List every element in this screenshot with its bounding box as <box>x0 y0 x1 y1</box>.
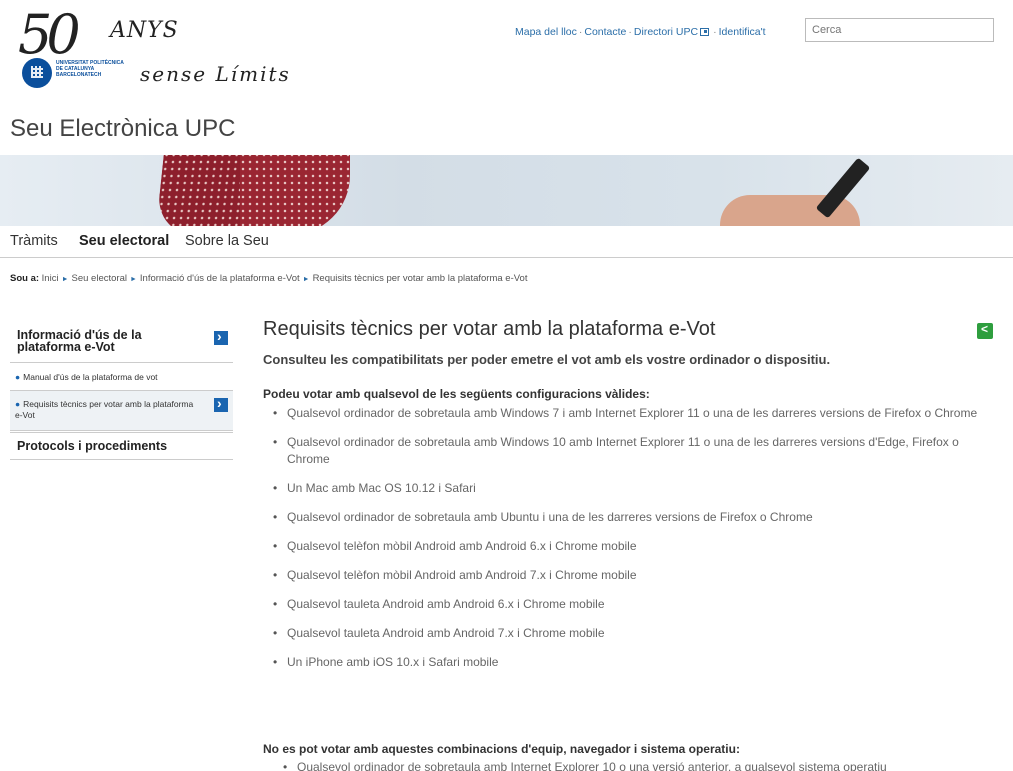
directory-link[interactable]: Directori UPC <box>634 26 698 38</box>
breadcrumb-item[interactable]: Inici <box>42 273 59 284</box>
sidebar-section-label: Protocols i procediments <box>17 439 168 453</box>
list-item: Qualsevol telèfon mòbil Android amb Andr… <box>273 567 1003 584</box>
separator: · <box>628 26 632 38</box>
search-input[interactable] <box>805 18 994 42</box>
share-icon[interactable] <box>977 322 993 339</box>
list-item: Qualsevol tauleta Android amb Android 6.… <box>273 596 1003 613</box>
nav-item-seu-electoral[interactable]: Seu electoral <box>79 233 169 249</box>
breadcrumb: Sou a: Inici ► Seu electoral ► Informació d'… <box>10 273 527 284</box>
login-link[interactable]: Identifica't <box>719 26 766 38</box>
invalid-configs-heading: No es pot votar amb aquestes combinacion… <box>263 742 740 756</box>
breadcrumb-arrow-icon: ► <box>61 276 69 283</box>
logo-anys: ANYS <box>110 18 179 43</box>
list-item: Qualsevol ordinador de sobretaula amb Ub… <box>273 509 1003 526</box>
sidebar-section-evot[interactable]: Informació d'ús de la plataforma e-Vot <box>10 322 233 363</box>
sidebar-item-requisits[interactable]: ● Requisits tècnics per votar amb la plat… <box>10 391 233 431</box>
sidebar-item-label: ● Requisits tècnics per votar amb la plat… <box>15 399 200 421</box>
page-lead: Consulteu les compatibilitats per poder … <box>263 352 831 367</box>
list-item: Un Mac amb Mac OS 10.12 i Safari <box>273 480 1003 497</box>
invalid-configs-list: Qualsevol ordinador de sobretaula amb In… <box>273 759 1003 771</box>
breadcrumb-item[interactable]: Informació d'ús de la plataforma e-Vot <box>140 273 300 284</box>
chevron-right-icon[interactable] <box>214 328 228 345</box>
upc-50-anys-logo[interactable]: 50 ANYS UNIVERSITAT POLITÈCNICA DE CATAL… <box>18 8 298 92</box>
sidebar: Informació d'ús de la plataforma e-Vot ●… <box>10 322 233 460</box>
separator: · <box>713 26 717 38</box>
logo-50: 50 <box>18 3 81 66</box>
breadcrumb-current: Requisits tècnics per votar amb la plata… <box>312 273 528 284</box>
list-item: Qualsevol ordinador de sobretaula amb In… <box>283 759 1003 771</box>
breadcrumb-item[interactable]: Seu electoral <box>72 273 127 284</box>
page-title: Requisits tècnics per votar amb la plata… <box>263 318 716 340</box>
list-item: Un iPhone amb iOS 10.x i Safari mobile <box>273 654 1003 671</box>
header: 50 ANYS UNIVERSITAT POLITÈCNICA DE CATAL… <box>0 0 1013 100</box>
sidebar-item-label: ● Manual d'ús de la plataforma de vot <box>15 372 158 382</box>
external-link-icon <box>700 28 710 36</box>
logo-university-name: UNIVERSITAT POLITÈCNICA DE CATALUNYA BAR… <box>56 60 124 78</box>
list-item: Qualsevol tauleta Android amb Android 7.… <box>273 625 1003 642</box>
bullet-icon: ● <box>15 372 21 382</box>
upc-seal-icon <box>22 58 52 88</box>
breadcrumb-arrow-icon: ► <box>129 276 137 283</box>
valid-configs-list: Qualsevol ordinador de sobretaula amb Wi… <box>263 405 1003 671</box>
breadcrumb-prefix: Sou a: <box>10 273 40 284</box>
list-item: Qualsevol ordinador de sobretaula amb Wi… <box>273 405 1003 422</box>
sidebar-section-protocols[interactable]: Protocols i procediments <box>10 432 233 460</box>
header-banner-image <box>0 155 1013 226</box>
logo-tagline: sense Límits <box>140 62 291 86</box>
breadcrumb-arrow-icon: ► <box>302 276 310 283</box>
site-title[interactable]: Seu Electrònica UPC <box>10 115 235 143</box>
sidebar-section-label: Informació d'ús de la plataforma e-Vot <box>17 328 142 354</box>
sidebar-item-manual[interactable]: ● Manual d'ús de la plataforma de vot <box>10 363 233 391</box>
list-item: Qualsevol ordinador de sobretaula amb Wi… <box>273 434 1003 468</box>
main-nav: Tràmits Seu electoral Sobre la Seu <box>0 226 1013 258</box>
top-links: Mapa del lloc · Contacte · Directori UPC · Ide… <box>515 26 766 38</box>
main-content: Requisits tècnics per votar amb la plata… <box>263 318 1003 771</box>
chevron-right-icon[interactable] <box>214 395 228 412</box>
nav-item-sobre-la-seu[interactable]: Sobre la Seu <box>185 233 269 249</box>
banner-shirt <box>240 155 350 226</box>
list-item: Qualsevol telèfon mòbil Android amb Andr… <box>273 538 1003 555</box>
nav-item-tramits[interactable]: Tràmits <box>10 233 58 249</box>
sidebar-item-text: Manual d'ús de la plataforma de vot <box>23 372 158 382</box>
bullet-icon: ● <box>15 399 21 409</box>
valid-configs-heading: Podeu votar amb qualsevol de les següent… <box>263 387 650 401</box>
sidebar-item-text: Requisits tècnics per votar amb la plata… <box>15 399 194 420</box>
contact-link[interactable]: Contacte <box>584 26 626 38</box>
site-map-link[interactable]: Mapa del lloc <box>515 26 577 38</box>
